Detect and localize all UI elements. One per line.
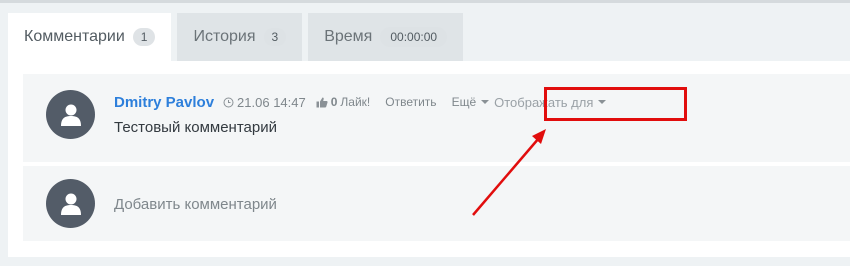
comment-item: Dmitry Pavlov 21.06 14:47 0 Лайк! Ответи…	[23, 74, 850, 162]
tab-time[interactable]: Время 00:00:00	[308, 13, 464, 61]
more-label: Ещё	[451, 95, 477, 109]
tab-comments-badge: 1	[132, 28, 156, 46]
tab-history-badge: 3	[263, 28, 287, 46]
comment-date-value: 21.06 14:47	[237, 94, 306, 110]
tab-time-badge: 00:00:00	[380, 27, 448, 47]
caret-down-icon	[481, 100, 490, 104]
tab-history-label: История	[193, 28, 256, 45]
tab-bar: Комментарии 1 История 3 Время 00:00:00	[8, 13, 464, 61]
annotation-highlight-box	[544, 87, 687, 121]
tab-comments[interactable]: Комментарии 1	[8, 13, 172, 61]
comment-author[interactable]: Dmitry Pavlov	[114, 94, 214, 111]
like-label: Лайк!	[340, 95, 371, 109]
comment-date: 21.06 14:47	[223, 95, 306, 110]
thumbs-up-icon	[316, 97, 328, 107]
user-silhouette-icon[interactable]	[46, 90, 95, 139]
avatar-glyph	[60, 193, 81, 215]
comments-panel: Dmitry Pavlov 21.06 14:47 0 Лайк! Ответи…	[8, 61, 850, 257]
add-comment-area[interactable]: Добавить комментарий	[23, 166, 850, 241]
comment-text: Тестовый комментарий	[114, 119, 277, 136]
avatar-glyph	[60, 104, 81, 126]
tab-history[interactable]: История 3	[177, 13, 303, 61]
tab-time-label: Время	[324, 28, 373, 45]
reply-link[interactable]: Ответить	[385, 95, 436, 109]
like-count: 0	[330, 95, 338, 109]
tab-comments-label: Комментарии	[24, 28, 125, 45]
top-border	[0, 0, 850, 3]
user-silhouette-icon	[46, 179, 95, 228]
like-button[interactable]: 0 Лайк!	[316, 95, 371, 109]
clock-icon	[223, 97, 234, 107]
more-menu[interactable]: Ещё	[452, 95, 490, 109]
comment-meta: Dmitry Pavlov 21.06 14:47 0 Лайк! Ответи…	[114, 93, 607, 111]
add-comment-input[interactable]: Добавить комментарий	[114, 196, 277, 213]
